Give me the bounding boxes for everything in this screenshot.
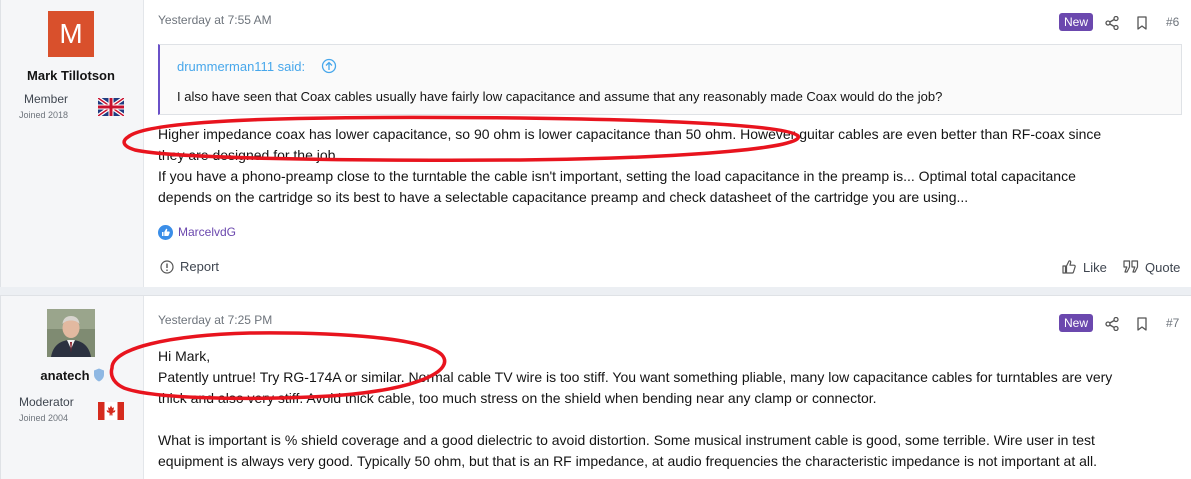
like-reaction-icon [158, 225, 173, 240]
quote-text: I also have seen that Coax cables usuall… [177, 89, 943, 104]
user-role: Member [24, 92, 69, 106]
thumbs-up-icon [1062, 260, 1076, 274]
user-role: Moderator [19, 395, 74, 409]
post-number[interactable]: #7 [1166, 316, 1179, 330]
body-line: What is important is % shield coverage a… [158, 432, 1095, 448]
body-line [158, 409, 1178, 430]
alert-circle-icon [160, 260, 174, 274]
avatar[interactable] [47, 309, 95, 357]
post-7: anatech Moderator Joined 2004 Yesterday … [0, 295, 1191, 479]
body-line: thick and also very stiff. Avoid thick c… [158, 390, 877, 406]
share-icon[interactable] [1105, 16, 1119, 30]
body-line: If you have a phono-preamp close to the … [158, 168, 1076, 184]
body-line: depends on the cartridge so its best to … [158, 189, 969, 205]
post-date[interactable]: Yesterday at 7:55 AM [158, 13, 272, 27]
username[interactable]: Mark Tillotson [1, 68, 141, 83]
username[interactable]: anatech [0, 368, 135, 383]
quote-button[interactable]: Quote [1123, 259, 1183, 277]
body-line: Hi Mark, [158, 348, 211, 364]
body-line: Patently untrue! Try RG-174A or similar.… [158, 369, 1113, 385]
post-6: M Mark Tillotson Member Joined 2018 Yest… [0, 0, 1191, 287]
bookmark-icon[interactable] [1135, 16, 1149, 30]
report-label: Report [180, 259, 220, 274]
quote-block: drummerman111 said: I also have seen tha… [158, 44, 1182, 115]
body-line: they are designed for the job. [158, 147, 340, 163]
avatar[interactable]: M [48, 11, 94, 57]
post-number[interactable]: #6 [1166, 15, 1179, 29]
user-sidebar: M Mark Tillotson Member Joined 2018 [1, 0, 144, 287]
uk-flag-icon [98, 98, 124, 116]
quote-label: Quote [1145, 260, 1181, 275]
user-sidebar: anatech Moderator Joined 2004 [1, 296, 144, 479]
post-body: Higher impedance coax has lower capacita… [158, 124, 1178, 208]
user-joined: Joined 2004 [19, 413, 69, 423]
arrow-up-circle-icon[interactable] [321, 58, 337, 74]
new-badge: New [1059, 314, 1094, 332]
new-badge: New [1059, 13, 1094, 31]
post-main: Yesterday at 7:25 PM New #7 Hi Mark, Pat… [158, 296, 1181, 479]
share-icon[interactable] [1105, 317, 1119, 331]
quote-icon [1123, 260, 1139, 273]
verified-shield-icon [94, 368, 104, 382]
post-date[interactable]: Yesterday at 7:25 PM [158, 313, 272, 327]
bookmark-icon[interactable] [1135, 317, 1149, 331]
post-divider [0, 287, 1191, 295]
canada-flag-icon [98, 402, 124, 420]
post-body: Hi Mark, Patently untrue! Try RG-174A or… [158, 346, 1178, 472]
reaction-user[interactable]: MarcelvdG [178, 225, 236, 239]
body-line: Higher impedance coax has lower capacita… [158, 126, 1102, 142]
like-label: Like [1083, 260, 1107, 275]
like-button[interactable]: Like [1061, 259, 1121, 277]
quote-author[interactable]: drummerman111 said: [177, 59, 305, 74]
body-line: equipment is always very good. Typically… [158, 453, 1098, 469]
post-main: Yesterday at 7:55 AM New #6 drummerman11… [158, 0, 1183, 287]
user-joined: Joined 2018 [19, 110, 69, 120]
